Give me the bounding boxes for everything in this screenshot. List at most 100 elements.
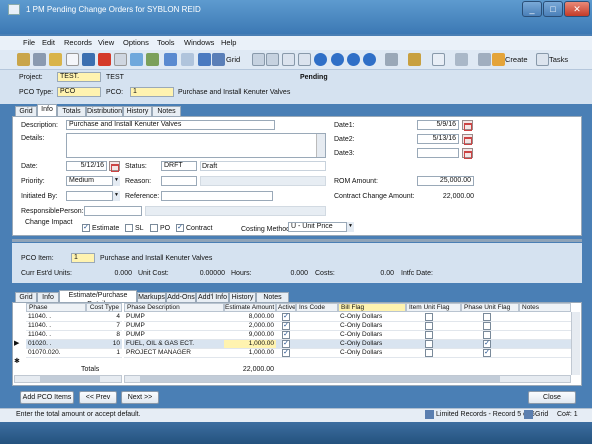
filter-icon[interactable]: [181, 53, 194, 66]
vertical-scrollbar[interactable]: [571, 312, 580, 375]
cost-type-header[interactable]: Cost Type: [86, 303, 122, 312]
check-icon[interactable]: [198, 53, 211, 66]
list-icon[interactable]: [298, 53, 311, 66]
attach-icon[interactable]: [164, 53, 177, 66]
grid-view-icon[interactable]: [212, 53, 225, 66]
create-menu[interactable]: Create: [505, 55, 528, 64]
date2-calendar-icon[interactable]: [462, 134, 473, 144]
ins-code-cell[interactable]: [296, 313, 338, 322]
right-scroll-thumb[interactable]: [140, 376, 500, 382]
date1-calendar-icon[interactable]: [462, 120, 473, 130]
estimate-amount-cell[interactable]: 8,000.00: [224, 313, 276, 322]
ins-code-cell[interactable]: [296, 349, 338, 358]
item-unit-checkbox[interactable]: [425, 331, 433, 339]
phase-unit-checkbox[interactable]: ✓: [483, 340, 491, 348]
tasks-icon[interactable]: [536, 53, 549, 66]
pco-type-field[interactable]: PCO: [57, 87, 101, 97]
date3-field[interactable]: [417, 148, 459, 158]
cost-type-cell[interactable]: 4: [86, 313, 122, 322]
description-field[interactable]: Purchase and Install Kenuter Valves: [66, 120, 275, 130]
menu-records[interactable]: Records: [64, 38, 92, 47]
item-unit-flag-cell[interactable]: [406, 349, 461, 358]
costing-method-select[interactable]: U - Unit Price: [288, 222, 354, 232]
item-unit-flag-cell[interactable]: [406, 322, 461, 331]
splitter[interactable]: [12, 239, 582, 242]
po-checkbox[interactable]: [150, 224, 158, 232]
notes-cell[interactable]: [519, 313, 571, 322]
bill-flag-cell[interactable]: C-Only Dollars: [338, 313, 406, 322]
notes-cell[interactable]: [519, 331, 571, 340]
costing-dropdown-icon[interactable]: ▼: [346, 222, 354, 232]
active-checkbox[interactable]: ✓: [282, 322, 290, 330]
phase-unit-checkbox[interactable]: [483, 331, 491, 339]
details-field[interactable]: [66, 133, 326, 158]
priority-dropdown-icon[interactable]: ▼: [112, 176, 120, 186]
estimate-amount-header[interactable]: Estimate Amount: [224, 303, 276, 312]
form-icon[interactable]: [282, 53, 295, 66]
ins-code-cell[interactable]: [296, 331, 338, 340]
item-unit-flag-cell[interactable]: [406, 331, 461, 340]
minimize-button[interactable]: _: [522, 1, 542, 17]
refresh-icon[interactable]: [130, 53, 143, 66]
pco-item-field[interactable]: 1: [71, 253, 95, 263]
phase-cell[interactable]: 01020. .: [26, 340, 86, 349]
contract-checkbox[interactable]: ✓: [176, 224, 184, 232]
maximize-button[interactable]: □: [543, 1, 563, 17]
next-button[interactable]: Next >>: [121, 391, 159, 404]
item-unit-checkbox[interactable]: [425, 322, 433, 330]
cost-type-cell[interactable]: 10: [86, 340, 122, 349]
ins-code-cell[interactable]: [296, 340, 338, 349]
menu-view[interactable]: View: [98, 38, 114, 47]
initiated-dropdown-icon[interactable]: ▼: [112, 191, 120, 201]
first-record-icon[interactable]: [314, 53, 327, 66]
prev-button[interactable]: << Prev: [79, 391, 117, 404]
phase-unit-checkbox[interactable]: [483, 322, 491, 330]
phase-unit-flag-header[interactable]: Phase Unit Flag: [461, 303, 519, 312]
estimate-amount-cell[interactable]: 1,000.00: [224, 349, 276, 358]
phase-description-cell[interactable]: PUMP: [124, 331, 224, 340]
chart-icon[interactable]: [146, 53, 159, 66]
menu-file[interactable]: File: [23, 38, 35, 47]
reason-field[interactable]: [161, 176, 197, 186]
estimate-amount-cell[interactable]: 9,000.00: [224, 331, 276, 340]
menu-help[interactable]: Help: [221, 38, 236, 47]
phase-cell[interactable]: 01070.020.: [26, 349, 86, 358]
active-checkbox[interactable]: ✓: [282, 340, 290, 348]
paperclip-icon[interactable]: [385, 53, 398, 66]
copy-icon[interactable]: [114, 53, 127, 66]
cost-type-cell[interactable]: 8: [86, 331, 122, 340]
notes-cell[interactable]: [519, 322, 571, 331]
left-scroll-thumb[interactable]: [40, 376, 100, 382]
ins-code-cell[interactable]: [296, 322, 338, 331]
create-icon[interactable]: [492, 53, 505, 66]
next-record-icon[interactable]: [347, 53, 360, 66]
estimate-amount-cell[interactable]: 2,000.00: [224, 322, 276, 331]
date3-calendar-icon[interactable]: [462, 148, 473, 158]
item-unit-checkbox[interactable]: [425, 349, 433, 357]
date-field[interactable]: 5/12/16: [66, 161, 107, 171]
phase-unit-checkbox[interactable]: ✓: [483, 349, 491, 357]
phase-cell[interactable]: 11040. .: [26, 322, 86, 331]
item-unit-flag-header[interactable]: Item Unit Flag: [406, 303, 461, 312]
phase-description-cell[interactable]: PROJECT MANAGER: [124, 349, 224, 358]
notes-cell[interactable]: [519, 340, 571, 349]
active-checkbox[interactable]: ✓: [282, 313, 290, 321]
phase-description-cell[interactable]: PUMP: [124, 313, 224, 322]
project-field[interactable]: TEST.: [57, 72, 101, 82]
item-unit-checkbox[interactable]: [425, 313, 433, 321]
delete-icon[interactable]: [98, 53, 111, 66]
bill-flag-cell[interactable]: C-Only Dollars: [338, 349, 406, 358]
menu-edit[interactable]: Edit: [42, 38, 55, 47]
active-header[interactable]: Active: [276, 303, 296, 312]
save-icon[interactable]: [82, 53, 95, 66]
menu-tools[interactable]: Tools: [157, 38, 175, 47]
menu-windows[interactable]: Windows: [184, 38, 214, 47]
cost-type-cell[interactable]: 7: [86, 322, 122, 331]
last-record-icon[interactable]: [363, 53, 376, 66]
rom-amount-field[interactable]: 25,000.00: [417, 176, 474, 186]
item-unit-checkbox[interactable]: [425, 340, 433, 348]
search-icon[interactable]: [478, 53, 491, 66]
grid-label[interactable]: Grid: [226, 55, 240, 64]
add-pco-items-button[interactable]: Add PCO Items: [20, 391, 74, 404]
tasks-menu[interactable]: Tasks: [549, 55, 568, 64]
